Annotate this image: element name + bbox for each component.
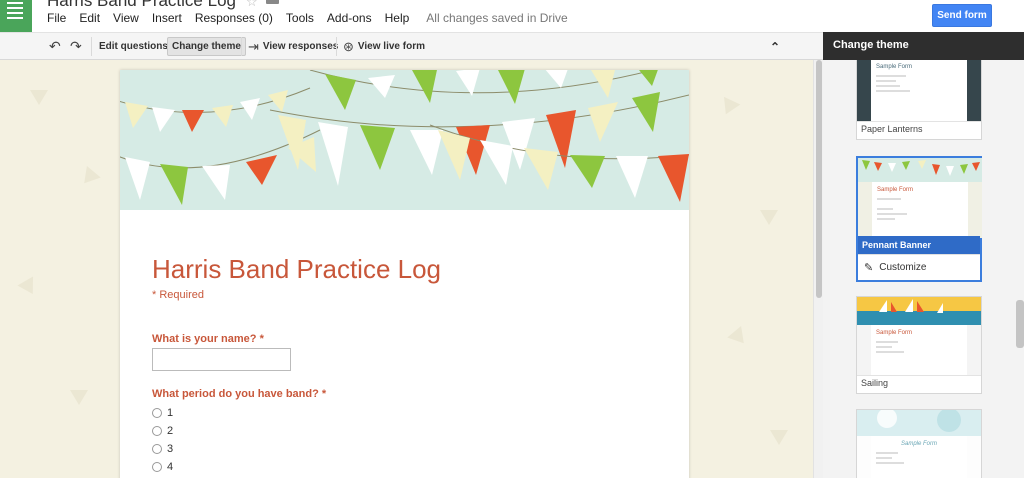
form-title[interactable]: Harris Band Practice Log [152,254,441,285]
folder-icon[interactable] [265,0,279,4]
background-pattern [760,210,778,225]
menu-help[interactable]: Help [385,11,410,25]
panel-scrollbar-thumb[interactable] [1016,300,1024,348]
save-status: All changes saved in Drive [426,11,568,25]
star-icon[interactable]: ☆ [246,0,258,9]
redo-icon[interactable]: ↷ [70,37,82,56]
period-option-3[interactable]: 3 [152,443,173,455]
radio-button[interactable] [152,426,162,436]
theme-thumbnail: Sample Form [857,410,981,478]
mini-watercolor-illustration [857,410,981,436]
theme-name: Paper Lanterns [857,121,981,136]
menu-responses[interactable]: Responses (0) [195,11,273,25]
menu-view[interactable]: View [113,11,139,25]
theme-card-next[interactable]: Sample Form [856,409,982,478]
option-label: 1 [167,407,174,419]
radio-button[interactable] [152,444,162,454]
option-label: 2 [167,425,174,437]
background-pattern [717,96,741,119]
period-option-4[interactable]: 4 [152,461,173,473]
mini-form-title: Sample Form [876,330,913,336]
theme-card-pennant-banner[interactable]: Sample Form Pennant Banner ✎ Customize [856,156,982,282]
theme-card-sailing[interactable]: Sample Form Sailing [856,296,982,394]
menu-addons[interactable]: Add-ons [327,11,372,25]
view-live-form-label: View live form [357,41,425,52]
toolbar-divider [241,37,242,56]
background-pattern [70,390,88,405]
menu-bar: File Edit View Insert Responses (0) Tool… [47,11,581,25]
toolbar-divider [336,37,337,56]
pennant-banner-header [120,70,689,210]
mini-form-title: Sample Form [900,441,937,447]
collapse-icon[interactable]: ⌃ [770,37,780,56]
canvas-scrollbar[interactable] [813,60,823,478]
option-label: 4 [167,461,174,473]
menu-icon [7,2,23,22]
view-responses-icon: ⇥ [248,38,259,54]
name-text-field[interactable] [152,348,291,371]
mini-form-title: Sample Form [876,64,913,70]
pencil-icon: ✎ [864,262,874,274]
theme-name: Sailing [857,375,981,390]
toolbar: ↶ ↷ Edit questions Change theme ⇥ View re… [0,32,823,60]
mini-sailing-illustration [857,297,981,325]
theme-panel: Sample Form Paper Lanterns Sample Form P… [823,60,1024,478]
view-responses-button[interactable]: ⇥ View responses [248,37,338,56]
customize-label: Customize [879,262,927,273]
edit-questions-button[interactable]: Edit questions [99,37,168,56]
theme-thumbnail-form: Sample Form [871,436,967,478]
scrollbar-thumb[interactable] [816,60,822,298]
customize-theme-button[interactable]: ✎ Customize [858,254,980,280]
theme-thumbnail-form: Sample Form [871,60,967,121]
document-title-text: Harris Band Practice Log [47,0,236,10]
menu-edit[interactable]: Edit [79,11,100,25]
send-form-button[interactable]: Send form [932,4,992,27]
radio-button[interactable] [152,408,162,418]
period-option-1[interactable]: 1 [152,407,173,419]
view-live-form-button[interactable]: ⊛ View live form [343,37,425,56]
option-label: 3 [167,443,174,455]
mini-banner-illustration [858,158,982,182]
pennant-banner-illustration [120,70,689,205]
question-name-label: What is your name? * [152,333,264,345]
menu-tools[interactable]: Tools [286,11,314,25]
view-live-form-icon: ⊛ [343,38,354,54]
question-period-label: What period do you have band? * [152,388,327,400]
required-note: * Required [152,289,204,301]
change-theme-panel-header: Change theme [823,32,1024,60]
background-pattern [17,276,41,299]
theme-name-selected: Pennant Banner [858,236,980,254]
view-responses-label: View responses [262,41,339,52]
theme-thumbnail: Sample Form [858,158,982,238]
background-pattern [770,430,788,445]
theme-card-paper-lanterns[interactable]: Sample Form Paper Lanterns [856,60,982,140]
background-pattern [30,90,48,105]
menu-file[interactable]: File [47,11,66,25]
background-pattern [727,325,751,350]
period-option-2[interactable]: 2 [152,425,173,437]
radio-button[interactable] [152,462,162,472]
app-header: Harris Band Practice Log ☆ File Edit View… [0,0,1024,32]
theme-thumbnail-form: Sample Form [872,182,968,238]
background-pattern [77,165,101,190]
toolbar-divider [91,37,92,56]
theme-thumbnail-form: Sample Form [871,325,967,375]
theme-thumbnail: Sample Form [857,60,981,121]
theme-thumbnail: Sample Form [857,297,981,375]
undo-icon[interactable]: ↶ [49,37,61,56]
form-card: Harris Band Practice Log * Required What… [120,70,689,478]
menu-insert[interactable]: Insert [152,11,182,25]
document-title[interactable]: Harris Band Practice Log ☆ [47,0,279,11]
mini-form-title: Sample Form [877,187,914,193]
change-theme-button[interactable]: Change theme [167,37,246,56]
app-menu-button[interactable] [0,0,32,32]
